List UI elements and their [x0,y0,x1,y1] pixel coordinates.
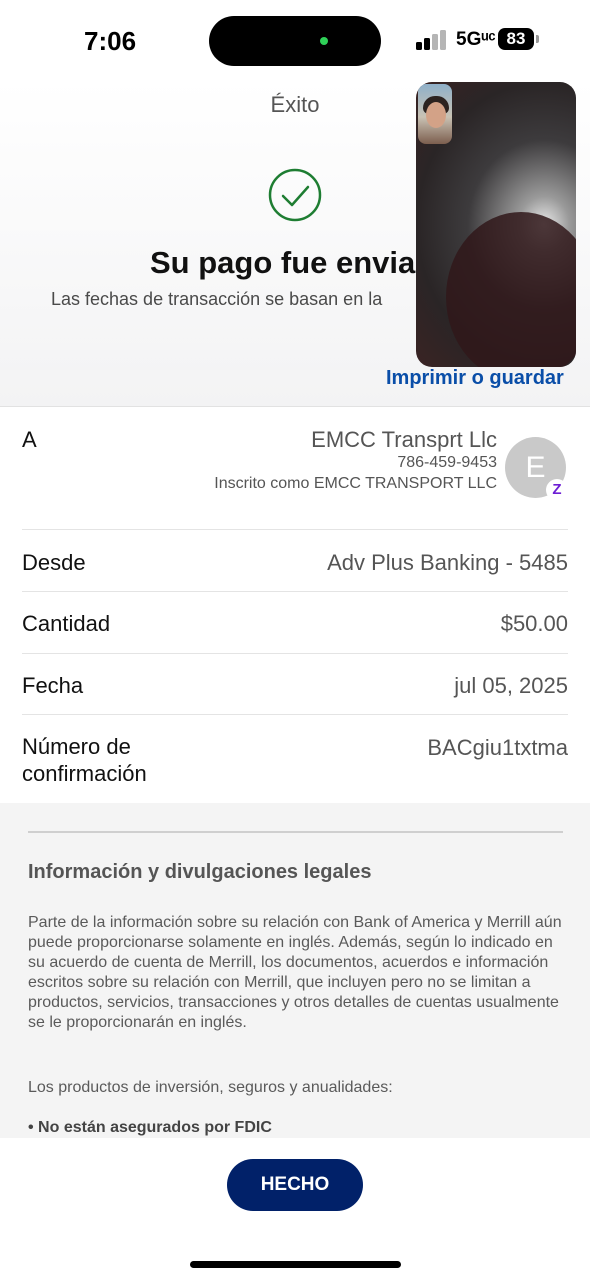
cellular-signal-icon [416,30,448,50]
recipient-row: A EMCC Transprt Llc 786-459-9453 Inscrit… [22,407,568,530]
payment-details: A EMCC Transprt Llc 786-459-9453 Inscrit… [0,407,590,803]
recipient-name: EMCC Transprt Llc [311,427,497,452]
zelle-icon: Z [546,479,568,501]
network-type: 5Gᵘᶜ [456,29,496,50]
battery-tip [536,35,539,43]
recipient-registered-name: Inscrito como EMCC TRANSPORT LLC [214,475,497,492]
detail-value: BACgiu1txtma [427,735,568,760]
detail-row-amount: Cantidad $50.00 [22,592,568,654]
legal-disclosures[interactable]: Información y divulgaciones legales Part… [0,803,590,1138]
dynamic-island [209,16,381,66]
detail-row-from: Desde Adv Plus Banking - 5485 [22,530,568,592]
video-call-remote-feed [446,212,576,367]
detail-label: Fecha [22,673,84,698]
recipient-label: A [22,427,37,452]
legal-title: Información y divulgaciones legales [28,861,372,883]
detail-label: Cantidad [22,611,111,636]
print-or-save-link[interactable]: Imprimir o guardar [386,367,564,390]
success-title: Su pago fue enviad [150,245,435,280]
legal-body: Parte de la información sobre su relació… [28,914,562,1031]
legal-products-intro: Los productos de inversión, seguros y an… [28,1079,393,1096]
battery-icon: 83 [498,28,534,50]
video-call-self-view [418,84,452,144]
recipient-phone: 786-459-9453 [397,454,497,471]
detail-label: Número de confirmación [22,734,147,786]
success-check-icon [268,168,322,222]
status-time: 7:06 [84,26,137,56]
video-call-overlay[interactable] [416,82,576,367]
status-bar: 7:06 5Gᵘᶜ 83 [0,0,590,80]
detail-row-date: Fecha jul 05, 2025 [22,654,568,715]
divider [28,831,563,833]
detail-row-confirmation: Número de confirmación BACgiu1txtma [22,715,568,803]
camera-indicator-icon [320,37,328,45]
done-button[interactable]: HECHO [227,1159,363,1211]
detail-label: Desde [22,550,86,575]
detail-value: $50.00 [500,611,568,636]
legal-bullet: • No están asegurados por FDIC [28,1119,272,1136]
detail-value: Adv Plus Banking - 5485 [327,550,568,575]
success-subtitle: Las fechas de transacción se basan en la [51,289,383,309]
bottom-bar: HECHO [0,1138,590,1280]
detail-value: jul 05, 2025 [454,673,568,698]
home-indicator[interactable] [190,1261,401,1268]
